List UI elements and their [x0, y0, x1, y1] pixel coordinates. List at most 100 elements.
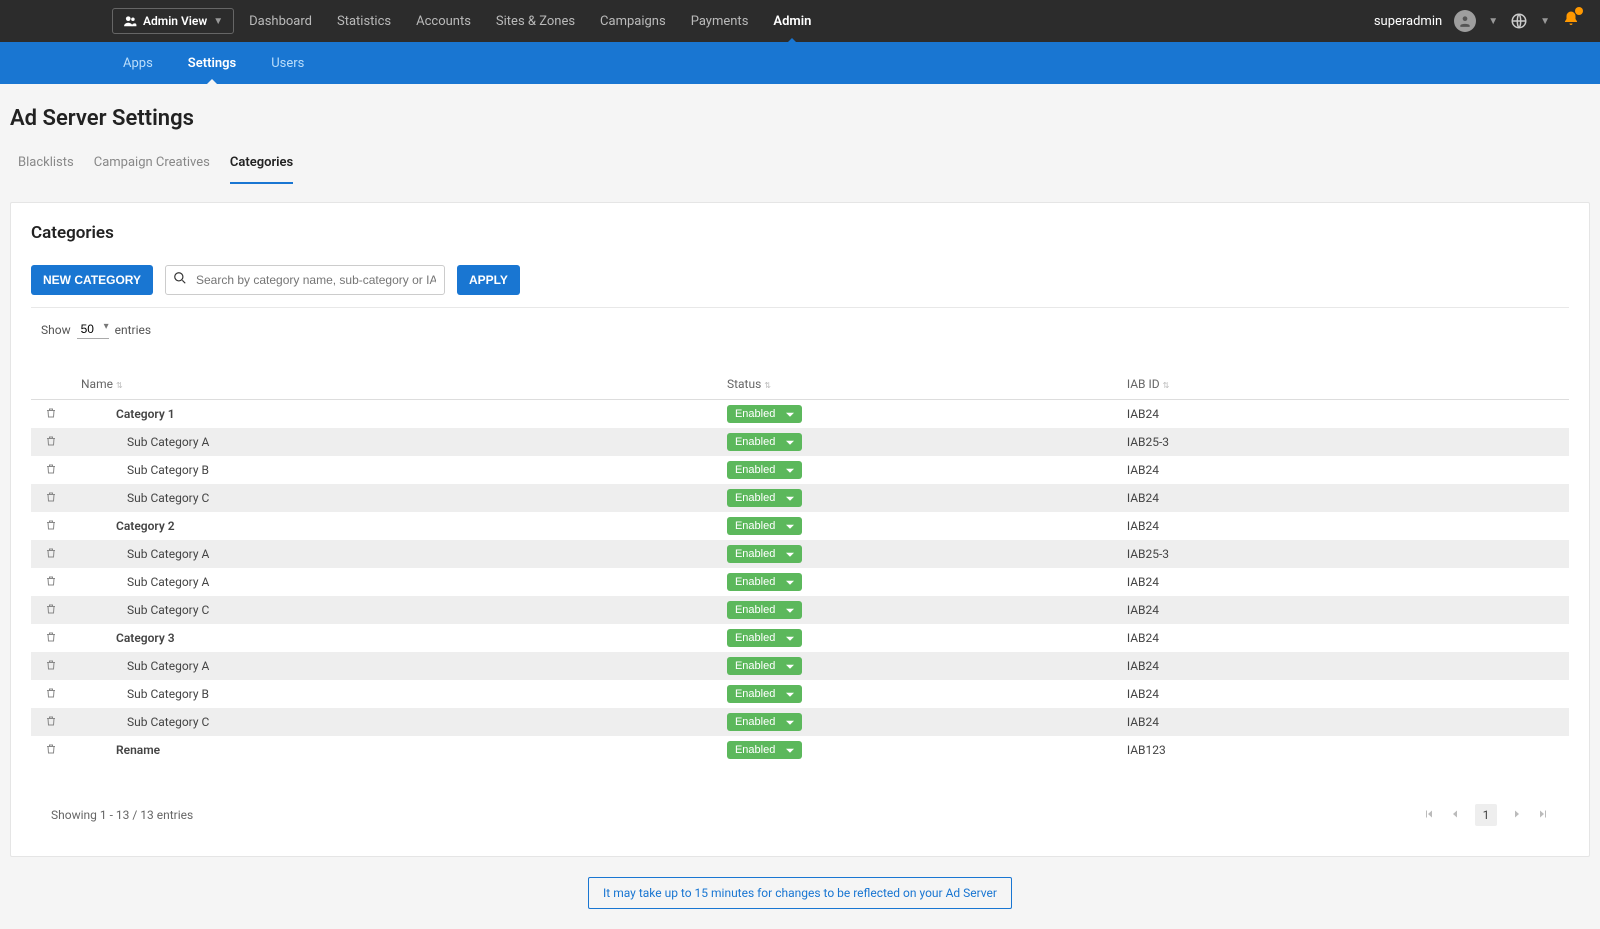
col-header-iab[interactable]: IAB ID⇅: [1117, 369, 1569, 400]
user-avatar-icon[interactable]: [1454, 10, 1476, 32]
iab-id-cell: IAB24: [1117, 652, 1569, 680]
status-select[interactable]: Enabled: [727, 657, 802, 675]
status-select[interactable]: Enabled: [727, 517, 802, 535]
card-toolbar: NEW CATEGORY APPLY: [31, 265, 1569, 308]
globe-icon[interactable]: [1510, 12, 1528, 30]
iab-id-cell: IAB24: [1117, 400, 1569, 429]
user-menu-caret-icon[interactable]: ▼: [1488, 16, 1498, 27]
delete-icon[interactable]: [45, 688, 57, 702]
subcategory-name: Sub Category C: [81, 603, 209, 617]
topnav-item-admin[interactable]: Admin: [773, 14, 811, 29]
table-row: Sub Category CEnabledIAB24: [31, 484, 1569, 512]
topnav-item-accounts[interactable]: Accounts: [416, 14, 471, 29]
page-tabs: Blacklists Campaign Creatives Categories: [0, 141, 1600, 184]
page-tab-campaign-creatives[interactable]: Campaign Creatives: [94, 149, 210, 184]
subnav-item-users[interactable]: Users: [271, 56, 304, 71]
locale-menu-caret-icon[interactable]: ▼: [1540, 16, 1550, 27]
entries-label: entries: [115, 323, 151, 337]
status-select[interactable]: Enabled: [727, 433, 802, 451]
delete-icon[interactable]: [45, 548, 57, 562]
delete-icon[interactable]: [45, 436, 57, 450]
show-label: Show: [41, 323, 71, 337]
table-row: Rename Enabled IAB123: [31, 736, 1569, 764]
status-select[interactable]: Enabled: [727, 713, 802, 731]
delete-icon[interactable]: [45, 660, 57, 674]
status-select[interactable]: Enabled: [727, 601, 802, 619]
col-header-actions: [31, 369, 71, 400]
iab-id-cell: IAB24: [1117, 708, 1569, 736]
showing-entries-text: Showing 1 - 13 / 13 entries: [51, 808, 193, 822]
page-tab-categories[interactable]: Categories: [230, 149, 293, 184]
pager: 1: [1423, 804, 1549, 826]
topnav-item-statistics[interactable]: Statistics: [337, 14, 391, 29]
notifications-icon[interactable]: [1562, 10, 1580, 32]
pager-current-page[interactable]: 1: [1475, 804, 1497, 826]
topnav-item-dashboard[interactable]: Dashboard: [249, 14, 312, 29]
topnav-item-campaigns[interactable]: Campaigns: [600, 14, 666, 29]
status-select[interactable]: Enabled: [727, 629, 802, 647]
subnav-item-apps[interactable]: Apps: [123, 56, 153, 71]
caret-down-icon: ▼: [213, 16, 223, 27]
status-select[interactable]: Enabled: [727, 685, 802, 703]
iab-id-cell: IAB24: [1117, 680, 1569, 708]
sub-nav-bar: Apps Settings Users: [0, 42, 1600, 84]
people-icon: [123, 14, 137, 28]
table-row: Sub Category C Enabled IAB24: [31, 708, 1569, 736]
subcategory-name: Sub Category C: [81, 491, 209, 505]
table-row: Sub Category C Enabled IAB24: [31, 596, 1569, 624]
delete-icon[interactable]: [45, 604, 57, 618]
iab-id-cell: IAB25-3: [1117, 540, 1569, 568]
table-row: Sub Category A Enabled IAB25-3: [31, 540, 1569, 568]
apply-button[interactable]: APPLY: [457, 265, 520, 295]
status-select[interactable]: Enabled: [727, 461, 802, 479]
delete-icon[interactable]: [45, 520, 57, 534]
category-name: Category 3: [81, 631, 175, 645]
subnav-item-settings[interactable]: Settings: [188, 56, 236, 71]
category-name: Rename: [81, 743, 160, 757]
status-select[interactable]: Enabled: [727, 489, 802, 507]
subcategory-name: Sub Category B: [81, 687, 209, 701]
status-select[interactable]: Enabled: [727, 545, 802, 563]
table-row: Category 1 Enabled IAB24: [31, 400, 1569, 429]
iab-id-cell: IAB123: [1117, 736, 1569, 764]
search-input[interactable]: [165, 265, 445, 295]
topnav-item-payments[interactable]: Payments: [691, 14, 749, 29]
new-category-button[interactable]: NEW CATEGORY: [31, 265, 153, 295]
col-header-status[interactable]: Status⇅: [717, 369, 1117, 400]
top-bar: Admin View ▼ Dashboard Statistics Accounts…: [0, 0, 1600, 42]
category-name: Category 1: [81, 407, 175, 421]
page-tab-blacklists[interactable]: Blacklists: [18, 149, 74, 184]
pager-next-icon[interactable]: [1511, 808, 1523, 823]
topnav-item-sites-zones[interactable]: Sites & Zones: [496, 14, 575, 29]
pager-first-icon[interactable]: [1423, 808, 1435, 823]
delete-icon[interactable]: [45, 464, 57, 478]
view-switcher[interactable]: Admin View ▼: [112, 8, 234, 34]
subcategory-name: Sub Category A: [81, 547, 209, 561]
search-icon: [173, 271, 187, 289]
table-row: Sub Category AEnabledIAB24: [31, 568, 1569, 596]
subcategory-name: Sub Category C: [81, 715, 209, 729]
status-select[interactable]: Enabled: [727, 573, 802, 591]
username-label: superadmin: [1374, 14, 1442, 29]
delete-icon[interactable]: [45, 576, 57, 590]
iab-id-cell: IAB24: [1117, 596, 1569, 624]
categories-card: Categories NEW CATEGORY APPLY Show 50 en…: [10, 202, 1590, 857]
entries-count-select[interactable]: 50: [77, 320, 109, 339]
col-header-name[interactable]: Name⇅: [71, 369, 717, 400]
delete-icon[interactable]: [45, 744, 57, 758]
status-select[interactable]: Enabled: [727, 741, 802, 759]
delete-icon[interactable]: [45, 492, 57, 506]
table-row: Category 3EnabledIAB24: [31, 624, 1569, 652]
delete-icon[interactable]: [45, 632, 57, 646]
delete-icon[interactable]: [45, 716, 57, 730]
sort-icon: ⇅: [761, 381, 771, 390]
pager-prev-icon[interactable]: [1449, 808, 1461, 823]
table-row: Category 2EnabledIAB24: [31, 512, 1569, 540]
table-row: Sub Category AEnabledIAB25-3: [31, 428, 1569, 456]
pager-last-icon[interactable]: [1537, 808, 1549, 823]
top-bar-right: superadmin ▼ ▼: [1374, 10, 1580, 32]
delete-icon[interactable]: [45, 408, 57, 422]
table-row: Sub Category B Enabled IAB24: [31, 680, 1569, 708]
table-footer: Showing 1 - 13 / 13 entries 1: [31, 764, 1569, 826]
status-select[interactable]: Enabled: [727, 405, 802, 423]
